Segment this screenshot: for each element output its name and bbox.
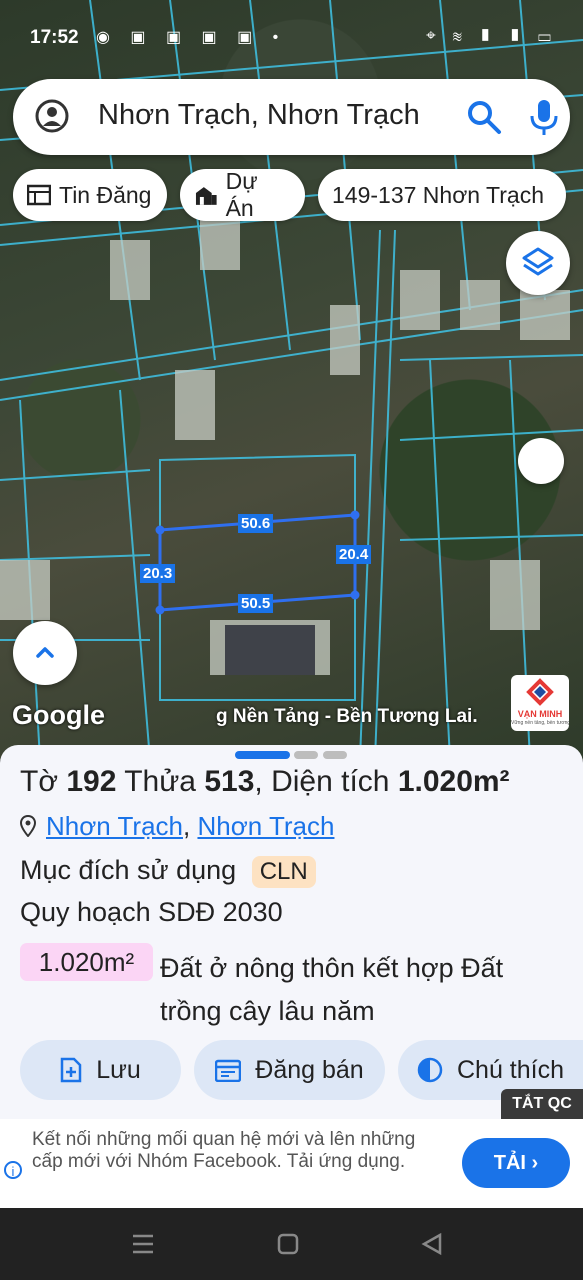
- plan-area-badge: 1.020m²: [20, 943, 153, 981]
- layers-button[interactable]: [506, 231, 570, 295]
- logo-subtext: Vững nền tảng, bền tương lai: [511, 720, 569, 726]
- sheet-number: 192: [66, 765, 117, 798]
- edge-label-right: 20.4: [336, 545, 372, 564]
- location-link-province[interactable]: Nhơn Trạch: [197, 811, 334, 841]
- save-label: Lưu: [96, 1055, 141, 1084]
- edge-label-bottom: 50.5: [238, 594, 274, 613]
- sheet-page-indicator-active[interactable]: [235, 751, 290, 759]
- van-minh-logo-icon: [526, 678, 554, 706]
- system-nav-bar: [0, 1208, 583, 1280]
- account-icon[interactable]: [35, 99, 69, 133]
- logo-text: VẠN MINH: [517, 709, 563, 719]
- area-value: 1.020m²: [397, 765, 510, 798]
- parcel-location: Nhơn Trạch, Nhơn Trạch: [19, 811, 334, 842]
- chip-label: Tin Đăng: [59, 181, 152, 208]
- notification-icons: ◉ ▣ ▣ ▣ ▣ •: [96, 29, 287, 46]
- status-bar: 17:52 ◉ ▣ ▣ ▣ ▣ • ⌖ ≋ ▮ ▮ ▭: [0, 24, 583, 58]
- microphone-icon[interactable]: [527, 98, 561, 136]
- location-pin-icon: [19, 814, 37, 838]
- parcel-info-sheet: Tờ 192 Thửa 513, Diện tích 1.020m² Nhơn …: [0, 745, 583, 1120]
- search-bar[interactable]: Nhơn Trạch, Nhơn Trạch: [13, 79, 570, 155]
- plan-title: Quy hoạch SDĐ 2030: [20, 897, 283, 927]
- chip-address[interactable]: 149-137 Nhơn Trạch: [318, 169, 566, 221]
- lot-number: 513: [204, 765, 255, 798]
- ad-text: Kết nối những mối quan hệ mới và lên nhữ…: [32, 1129, 416, 1172]
- search-icon[interactable]: [466, 99, 502, 135]
- close-ad-button[interactable]: TẮT QC: [501, 1089, 583, 1119]
- ad-install-button[interactable]: TẢI ›: [462, 1138, 570, 1188]
- calendar-icon: [215, 1059, 242, 1082]
- location-separator: ,: [183, 811, 191, 841]
- chip-label: 149-137 Nhơn Trạch: [332, 181, 544, 208]
- home-button[interactable]: [265, 1222, 311, 1266]
- status-time: 17:52: [30, 27, 79, 48]
- post-for-sale-label: Đăng bán: [255, 1055, 364, 1084]
- building-icon: [195, 187, 217, 205]
- listing-icon: [27, 184, 51, 206]
- save-icon: [60, 1057, 82, 1083]
- system-icons: ⌖ ≋ ▮ ▮ ▭: [426, 26, 557, 45]
- location-button[interactable]: [518, 438, 564, 484]
- sheet-page-indicator[interactable]: [323, 751, 347, 759]
- parcel-title: Tờ 192 Thửa 513, Diện tích 1.020m²: [20, 765, 510, 798]
- edge-label-top: 50.6: [238, 514, 274, 533]
- sheet-page-indicator[interactable]: [294, 751, 318, 759]
- chip-tin-dang[interactable]: Tin Đăng: [13, 169, 167, 221]
- ad-cta-label: TẢI: [493, 1152, 526, 1174]
- chevron-right-icon: ›: [531, 1152, 539, 1174]
- ad-banner[interactable]: i Kết nối những mối quan hệ mới và lên n…: [0, 1119, 583, 1208]
- chip-label: Dự Án: [225, 168, 258, 221]
- save-button[interactable]: Lưu: [20, 1040, 181, 1100]
- plan-description: Đất ở nông thôn kết hợp Đất trồng cây lâ…: [160, 953, 504, 1026]
- search-input[interactable]: Nhơn Trạch, Nhơn Trạch: [98, 99, 420, 132]
- usage-code-badge: CLN: [251, 856, 316, 888]
- info-icon[interactable]: i: [4, 1161, 22, 1179]
- brand-logo[interactable]: VẠN MINH Vững nền tảng, bền tương lai: [511, 675, 569, 731]
- usage-label: Mục đích sử dụng: [20, 855, 237, 885]
- expand-sheet-button[interactable]: [13, 621, 77, 685]
- area-label: Diện tích: [271, 765, 390, 798]
- contrast-icon: [417, 1057, 443, 1083]
- usage-row: Mục đích sử dụng CLN: [20, 855, 316, 888]
- marquee-text: g Nền Tảng - Bền Tương Lai.: [216, 706, 478, 727]
- chip-du-an[interactable]: Dự Án: [180, 168, 305, 221]
- google-watermark: Google: [12, 700, 105, 730]
- map-view[interactable]: 50.6 50.5 20.3 20.4 17:52 ◉ ▣ ▣ ▣ ▣ • ⌖ …: [0, 0, 583, 760]
- edge-label-left: 20.3: [140, 564, 176, 583]
- location-link-district[interactable]: Nhơn Trạch: [46, 811, 183, 841]
- post-for-sale-button[interactable]: Đăng bán: [194, 1040, 385, 1100]
- lot-label: Thửa: [124, 765, 196, 798]
- layers-icon: [522, 247, 554, 276]
- back-button[interactable]: [410, 1222, 456, 1266]
- recent-apps-button[interactable]: [120, 1222, 166, 1266]
- sheet-label: Tờ: [20, 765, 58, 798]
- legend-label: Chú thích: [456, 1055, 564, 1084]
- chevron-up-icon: [36, 647, 54, 658]
